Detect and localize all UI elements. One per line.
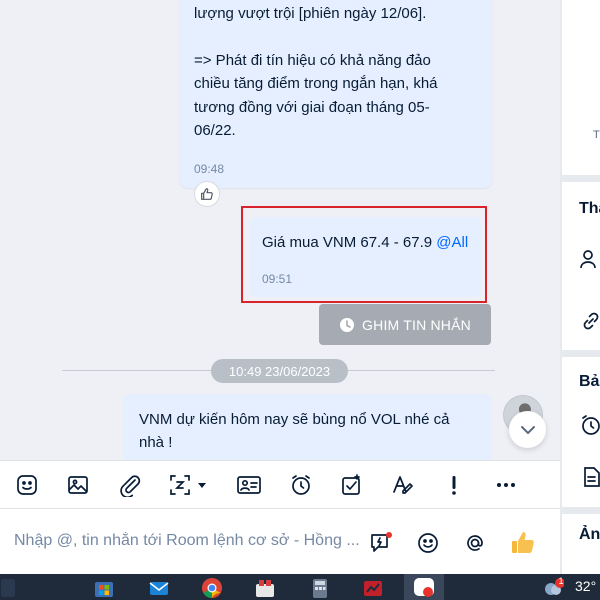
calculator-icon[interactable] [309,577,331,599]
screenshot-button[interactable] [166,471,194,499]
message-text-line [194,25,478,48]
message-text-line: VNM dự kiến hôm nay sẽ bùng nổ VOL nhé c… [139,411,450,428]
section-title: Bả [579,373,600,390]
info-section: Tha [562,182,600,350]
more-options-button[interactable] [492,471,520,499]
image-icon [68,476,88,494]
zalo-icon [414,578,434,597]
important-icon [452,476,456,495]
reminder-list-icon[interactable] [580,414,600,436]
right-info-panel: T Tha Bả Ản [560,0,600,574]
composer-toolbar [0,460,560,508]
chat-area: lượng vượt trội [phiên ngày 12/06]. => P… [0,0,560,460]
section-title: Tha [579,200,600,217]
dropdown-caret-icon [198,483,206,488]
section-title: Ản [579,526,600,543]
scroll-to-bottom-button[interactable] [509,411,546,448]
send-contact-button[interactable] [235,471,263,499]
notes-icon[interactable] [580,466,600,488]
board-section: Bả [562,357,600,507]
sticker-icon [17,475,37,495]
message-text-line: nhà ! [139,434,173,452]
message-time: 09:48 [194,162,225,176]
assign-task-button[interactable] [338,471,366,499]
thumbs-up-icon [512,532,534,553]
message-bubble[interactable]: lượng vượt trội [phiên ngày 12/06]. => P… [180,0,492,188]
sticker-button[interactable] [13,471,41,499]
emoji-button[interactable] [414,529,442,557]
highlight-box [241,206,487,303]
message-text-line: => Phát đi tín hiệu có khả năng đảo [194,51,431,69]
pin-message-label: GHIM TIN NHẮN [362,316,471,333]
os-taskbar: 1 32° [0,574,600,600]
thumbs-up-outline-icon [201,188,213,200]
attach-file-button[interactable] [116,471,144,499]
screenshot-options-dropdown[interactable] [194,471,210,499]
format-text-button[interactable] [389,471,417,499]
mark-important-button[interactable] [440,471,468,499]
screenshot-icon [170,475,190,495]
more-icon [497,483,515,487]
message-composer [0,508,560,574]
quick-message-icon [371,532,392,552]
pin-message-button[interactable]: GHIM TIN NHẮN [319,304,491,345]
reminder-button[interactable] [287,471,315,499]
react-like-button[interactable] [194,181,220,207]
weather-badge: 1 [558,576,564,586]
date-separator: 10:49 23/06/2023 [211,359,348,383]
message-input[interactable] [14,528,360,554]
right-panel-top-letter: T [593,129,600,141]
group-members-icon[interactable] [580,248,600,270]
emoji-icon [418,533,438,553]
message-text-line: lượng vượt trội [phiên ngày 12/06]. [194,5,427,22]
send-like-button[interactable] [508,529,538,557]
message-text-line: chiều tăng điểm trong ngắn hạn, khá [194,75,438,93]
message-text-line: tương đồng với giai đoạn tháng 05- [194,98,430,116]
photos-app-icon[interactable] [254,577,276,599]
todo-icon [342,474,360,495]
quick-message-button[interactable] [368,529,396,557]
trading-app-icon[interactable] [362,577,384,599]
attachment-icon [120,475,141,497]
send-image-button[interactable] [64,471,92,499]
contact-card-icon [237,476,261,494]
message-bubble[interactable]: VNM dự kiến hôm nay sẽ bùng nổ VOL nhé c… [123,394,492,460]
media-section: Ản [562,514,600,574]
temperature-label: 32° [575,578,597,594]
mention-button[interactable] [461,529,489,557]
taskbar-app-icon[interactable] [1,579,15,597]
message-text-line: 06/22. [194,122,236,140]
mention-icon [467,535,483,551]
clock-icon [340,317,355,332]
chrome-icon[interactable] [201,577,223,599]
conversation-header-section: T [562,0,600,175]
mail-icon[interactable] [148,577,170,599]
format-text-icon [393,476,413,494]
microsoft-store-icon[interactable] [93,577,115,599]
link-icon[interactable] [580,310,600,332]
alarm-icon [292,475,310,495]
zalo-taskbar-button[interactable] [404,574,444,600]
chevron-down-icon [520,425,535,434]
